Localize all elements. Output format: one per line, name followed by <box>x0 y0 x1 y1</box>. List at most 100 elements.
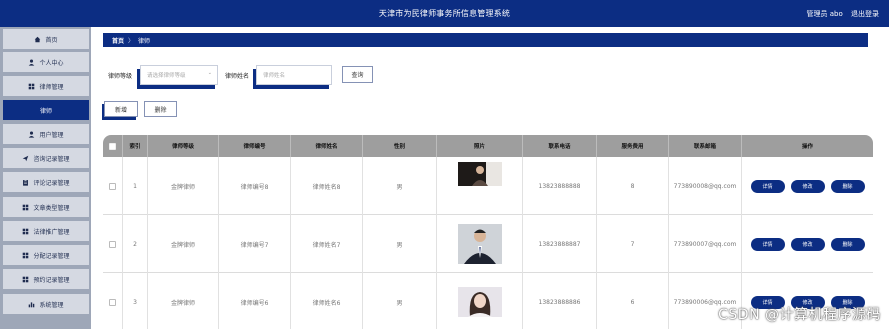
cell-photo <box>437 215 523 273</box>
select-all-cell <box>103 135 123 157</box>
sidebar-item-label: 预约记录管理 <box>33 276 70 284</box>
sidebar-item-system-management[interactable]: 系统管理 <box>3 294 89 314</box>
sidebar-item-lawyer-management[interactable]: 律师管理 <box>3 76 89 96</box>
cell-gender: 男 <box>363 215 437 273</box>
table-header: 索引 律师等级 律师编号 律师姓名 性别 照片 联系电话 服务费用 联系邮箱 操… <box>103 135 873 157</box>
row-select-cell <box>103 157 123 215</box>
user-area: 管理员 abo 退出登录 <box>801 9 879 19</box>
sidebar-item-assignment-records[interactable]: 分配记录管理 <box>3 245 89 265</box>
sidebar-item-article-types[interactable]: 文章类型管理 <box>3 197 89 217</box>
name-input-placeholder: 律师姓名 <box>263 73 286 79</box>
sidebar-item-label: 评论记录管理 <box>33 179 70 187</box>
sidebar-item-lawyer[interactable]: 律师 <box>3 100 89 120</box>
delete-button[interactable]: 删除 <box>830 179 865 193</box>
grid-icon <box>22 204 29 211</box>
top-header: 天津市为民律师事务所信息管理系统 管理员 abo 退出登录 <box>0 0 889 27</box>
row-checkbox[interactable] <box>109 298 116 306</box>
column-header: 性别 <box>363 135 437 157</box>
add-button-label: 新增 <box>114 106 127 114</box>
level-filter-label: 律师等级 <box>108 73 133 80</box>
row-checkbox[interactable] <box>109 182 116 190</box>
cell-email: 773890008@qq.com <box>669 157 742 215</box>
csdn-watermark: CSDN @计算机程序源码 <box>718 307 881 323</box>
sidebar-item-label: 系统管理 <box>39 301 64 309</box>
cell-phone: 13823888888 <box>523 157 597 215</box>
send-icon <box>22 155 29 162</box>
sidebar-item-user-management[interactable]: 用户管理 <box>3 124 89 144</box>
sidebar-item-label: 咨询记录管理 <box>33 155 70 163</box>
cell-fee: 6 <box>597 273 669 329</box>
main-content: 首页 〉 律师 律师等级 请选择律师等级 ⌄ 律师姓名 律师姓名 查询 新增 删… <box>91 27 889 329</box>
cell-operations: 详情 修改 删除 <box>742 215 873 273</box>
add-button[interactable]: 新增 <box>104 101 138 117</box>
select-all-checkbox[interactable] <box>109 142 116 150</box>
cell-index: 2 <box>123 215 148 273</box>
breadcrumb-home[interactable]: 首页 <box>112 36 124 45</box>
level-select-placeholder: 请选择律师等级 <box>147 73 186 79</box>
cell-fee: 7 <box>597 215 669 273</box>
sidebar-item-label: 文章类型管理 <box>33 204 70 212</box>
sidebar-item-label: 律师 <box>39 107 52 115</box>
row-checkbox[interactable] <box>109 240 116 248</box>
home-icon <box>34 36 41 43</box>
cell-operations: 详情 修改 删除 <box>742 157 873 215</box>
sidebar-item-label: 首页 <box>45 36 58 44</box>
level-select[interactable]: 请选择律师等级 ⌄ <box>140 65 218 85</box>
cell-photo <box>437 157 523 215</box>
cell-level: 金牌律师 <box>148 273 219 329</box>
delete-button[interactable]: 删除 <box>830 237 865 251</box>
edit-button[interactable]: 修改 <box>790 179 825 193</box>
detail-button[interactable]: 详情 <box>750 237 785 251</box>
cell-name: 律师姓名7 <box>291 215 363 273</box>
cell-code: 律师编号6 <box>219 273 291 329</box>
edit-button[interactable]: 修改 <box>790 237 825 251</box>
breadcrumb-separator: 〉 <box>128 37 135 45</box>
user-icon <box>28 59 35 66</box>
cell-gender: 男 <box>363 157 437 215</box>
cell-phone: 13823888887 <box>523 215 597 273</box>
column-header: 照片 <box>437 135 523 157</box>
user-icon <box>28 131 35 138</box>
grid-icon <box>22 228 29 235</box>
column-header: 服务费用 <box>597 135 669 157</box>
batch-delete-button[interactable]: 删除 <box>144 101 177 117</box>
chevron-down-icon: ⌄ <box>207 70 212 76</box>
sidebar-item-label: 分配记录管理 <box>33 252 70 260</box>
name-filter-label: 律师姓名 <box>225 73 250 80</box>
cell-index: 3 <box>123 273 148 329</box>
column-header: 律师姓名 <box>291 135 363 157</box>
cell-name: 律师姓名8 <box>291 157 363 215</box>
grid-icon <box>28 83 35 90</box>
cell-level: 金牌律师 <box>148 215 219 273</box>
detail-button[interactable]: 详情 <box>750 179 785 193</box>
lawyer-photo <box>457 287 502 317</box>
cell-gender: 男 <box>363 273 437 329</box>
cell-index: 1 <box>123 157 148 215</box>
sidebar-item-consult-records[interactable]: 咨询记录管理 <box>3 148 89 168</box>
row-select-cell <box>103 215 123 273</box>
search-button-label: 查询 <box>351 72 364 79</box>
breadcrumb-current: 律师 <box>138 37 151 45</box>
sidebar-item-appointment-records[interactable]: 预约记录管理 <box>3 269 89 289</box>
batch-delete-button-label: 删除 <box>154 106 167 114</box>
name-input[interactable]: 律师姓名 <box>256 65 332 85</box>
current-user-label: 管理员 abo <box>806 10 843 18</box>
sidebar-item-label: 个人中心 <box>39 59 64 67</box>
sidebar-item-comment-records[interactable]: 评论记录管理 <box>3 172 89 192</box>
cell-level: 金牌律师 <box>148 157 219 215</box>
sidebar-item-profile[interactable]: 个人中心 <box>3 52 89 72</box>
cell-code: 律师编号7 <box>219 215 291 273</box>
row-select-cell <box>103 273 123 329</box>
sidebar: 首页 个人中心 律师管理 律师 用户管理 咨询记录管理 评论记录管理 文章类型管… <box>0 27 91 329</box>
column-header: 索引 <box>123 135 148 157</box>
sidebar-item-label: 律师管理 <box>39 83 64 91</box>
sidebar-item-home[interactable]: 首页 <box>3 29 89 49</box>
breadcrumb: 首页 〉 律师 <box>103 33 868 47</box>
lawyer-table: 索引 律师等级 律师编号 律师姓名 性别 照片 联系电话 服务费用 联系邮箱 操… <box>103 135 873 329</box>
table-row: 2 金牌律师 律师编号7 律师姓名7 男 13823888887 7 77389… <box>103 215 873 273</box>
logout-link[interactable]: 退出登录 <box>851 10 879 18</box>
sidebar-item-law-promotion[interactable]: 法律推广管理 <box>3 221 89 241</box>
search-button[interactable]: 查询 <box>342 66 373 83</box>
table-row: 1 金牌律师 律师编号8 律师姓名8 男 13823888888 8 77389… <box>103 157 873 215</box>
cell-code: 律师编号8 <box>219 157 291 215</box>
